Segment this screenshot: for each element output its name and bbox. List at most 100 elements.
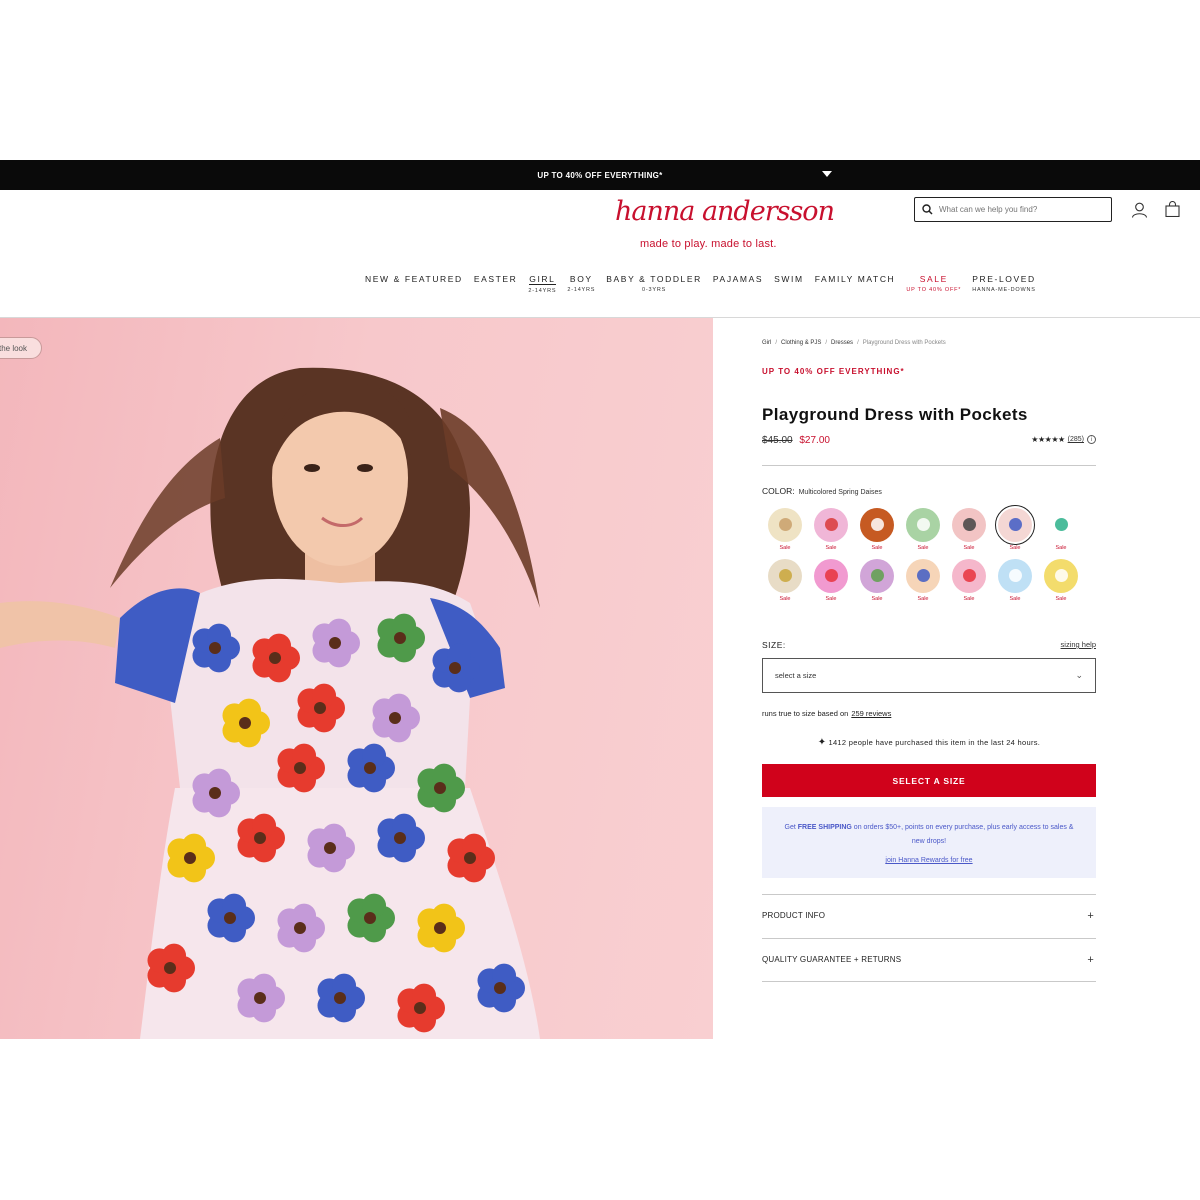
- search-input[interactable]: [939, 205, 1099, 214]
- search-icon[interactable]: [915, 204, 939, 215]
- color-swatch-pink-cat[interactable]: Sale: [946, 508, 992, 551]
- brand-logo[interactable]: hanna andersson made to play. made to la…: [615, 196, 835, 250]
- color-swatch-spring-daises[interactable]: Sale: [992, 505, 1038, 551]
- dress-flower: [347, 743, 395, 793]
- divider: [762, 981, 1096, 982]
- swatch-motif: [825, 518, 838, 531]
- swatch-motif: [871, 518, 884, 531]
- sizing-help-link[interactable]: sizing help: [1061, 640, 1096, 649]
- join-rewards-link[interactable]: join Hanna Rewards for free: [885, 857, 972, 864]
- fit-note: runs true to size based on 259 reviews: [762, 709, 891, 718]
- nav-easter[interactable]: EASTER: [474, 274, 518, 294]
- dress-flower: [307, 823, 355, 873]
- size-select[interactable]: select a size ⌄: [762, 658, 1096, 693]
- dress-flower: [447, 833, 495, 883]
- accordion-product-info[interactable]: PRODUCT INFO +: [762, 894, 1096, 937]
- divider: [762, 465, 1096, 466]
- star-rating-icon: ★★★★★: [1031, 435, 1065, 444]
- promo-text: UP TO 40% OFF EVERYTHING*: [537, 170, 663, 180]
- swatch-motif: [779, 518, 792, 531]
- color-swatch-blue-cloud[interactable]: Sale: [992, 559, 1038, 602]
- swatch-circle: [998, 559, 1032, 593]
- nav-sale[interactable]: SALE UP TO 40% OFF*: [906, 274, 961, 294]
- nav-label: FAMILY MATCH: [814, 274, 896, 284]
- dress-flower: [477, 963, 525, 1013]
- shop-the-look-button[interactable]: the look: [0, 337, 42, 359]
- swatch-circle: [860, 508, 894, 542]
- breadcrumb-item[interactable]: Dresses: [831, 340, 853, 346]
- social-proof: ✦ 1412 people have purchased this item in…: [762, 737, 1096, 748]
- nav-sublabel: 0-3YRS: [642, 287, 667, 293]
- swatch-circle: [952, 559, 986, 593]
- dress-flower: [222, 698, 270, 748]
- swatch-motif: [1009, 569, 1022, 582]
- nav-new-featured[interactable]: NEW & FEATURED: [365, 274, 463, 294]
- account-icon[interactable]: [1131, 202, 1148, 223]
- color-swatch-pink-apple[interactable]: Sale: [808, 508, 854, 551]
- swatch-motif: [917, 518, 930, 531]
- color-swatch-rust-carousel[interactable]: Sale: [854, 508, 900, 551]
- dress-flower: [372, 693, 420, 743]
- color-swatch-grid: Sale Sale Sale Sale Sale Sale Sale Sale Sale Sale…: [762, 505, 1084, 602]
- chevron-down-icon[interactable]: [822, 171, 832, 177]
- search-box[interactable]: [914, 197, 1112, 222]
- nav-pre-loved[interactable]: PRE-LOVED HANNA-ME-DOWNS: [972, 274, 1036, 294]
- size-label: SIZE:: [762, 640, 786, 650]
- nav-label: GIRL: [529, 274, 556, 285]
- product-hero-image[interactable]: the look: [0, 318, 713, 1039]
- color-swatch-yellow-floral[interactable]: Sale: [1038, 559, 1084, 602]
- nav-girl[interactable]: GIRL 2-14YRS: [528, 274, 556, 294]
- nav-family-match[interactable]: FAMILY MATCH: [815, 274, 896, 294]
- swatch-sale-label: Sale: [1009, 596, 1021, 602]
- dress-flower: [147, 943, 195, 993]
- breadcrumb-item[interactable]: Clothing & PJS: [781, 340, 821, 346]
- nav-label: EASTER: [473, 274, 518, 284]
- nav-swim[interactable]: SWIM: [774, 274, 804, 294]
- nav-sublabel: HANNA-ME-DOWNS: [972, 287, 1036, 293]
- color-swatch-cream-floral[interactable]: Sale: [762, 508, 808, 551]
- nav-label: SWIM: [774, 274, 804, 284]
- swatch-circle: [906, 508, 940, 542]
- dress-flower: [207, 893, 255, 943]
- color-swatch-sage-horse[interactable]: Sale: [900, 508, 946, 551]
- nav-boy[interactable]: BOY 2-14YRS: [567, 274, 595, 294]
- fit-reviews-link[interactable]: 259 reviews: [851, 709, 891, 718]
- swatch-circle: [1044, 508, 1078, 542]
- swatch-sale-label: Sale: [917, 545, 929, 551]
- nav-sublabel: 2-14YRS: [528, 288, 557, 294]
- promo-banner[interactable]: UP TO 40% OFF EVERYTHING*: [0, 160, 1200, 190]
- review-count-link[interactable]: (285): [1068, 436, 1084, 443]
- info-icon[interactable]: i: [1087, 435, 1096, 444]
- breadcrumb-item[interactable]: Girl: [762, 340, 771, 346]
- swatch-circle: [814, 508, 848, 542]
- swatch-circle: [768, 508, 802, 542]
- color-swatch-rainbow-wave[interactable]: Sale: [900, 559, 946, 602]
- original-price: $45.00: [762, 435, 793, 446]
- rating-summary[interactable]: ★★★★★ (285) i: [1031, 435, 1096, 444]
- nav-pajamas[interactable]: PAJAMAS: [713, 274, 763, 294]
- shopping-bag-icon[interactable]: [1165, 201, 1180, 222]
- sale-price: $27.00: [799, 435, 830, 446]
- rewards-text: Get FREE SHIPPING on orders $50+, points…: [780, 821, 1078, 849]
- swatch-sale-label: Sale: [963, 545, 975, 551]
- select-size-button[interactable]: SELECT A SIZE: [762, 764, 1096, 797]
- swatch-motif: [871, 569, 884, 582]
- color-swatch-pink-strawberry[interactable]: Sale: [946, 559, 992, 602]
- swatch-motif: [1009, 518, 1022, 531]
- color-swatch-lilac-frog[interactable]: Sale: [854, 559, 900, 602]
- color-swatch-cream-tulip[interactable]: Sale: [762, 559, 808, 602]
- swatch-motif: [1055, 569, 1068, 582]
- swatch-sale-label: Sale: [963, 596, 975, 602]
- swatch-motif: [963, 518, 976, 531]
- color-swatch-pink-red-abstract[interactable]: Sale: [808, 559, 854, 602]
- rewards-text-prefix: Get: [784, 824, 798, 831]
- swatch-sale-label: Sale: [1009, 545, 1021, 551]
- swatch-circle: [768, 559, 802, 593]
- accordion-quality-returns[interactable]: QUALITY GUARANTEE + RETURNS +: [762, 938, 1096, 981]
- dress-flower: [397, 983, 445, 1033]
- nav-sublabel: 2-14YRS: [567, 287, 596, 293]
- plus-icon: +: [1087, 953, 1094, 966]
- color-swatch-green-clover[interactable]: Sale: [1038, 508, 1084, 551]
- nav-baby-toddler[interactable]: BABY & TODDLER 0-3YRS: [606, 274, 702, 294]
- swatch-circle: [860, 559, 894, 593]
